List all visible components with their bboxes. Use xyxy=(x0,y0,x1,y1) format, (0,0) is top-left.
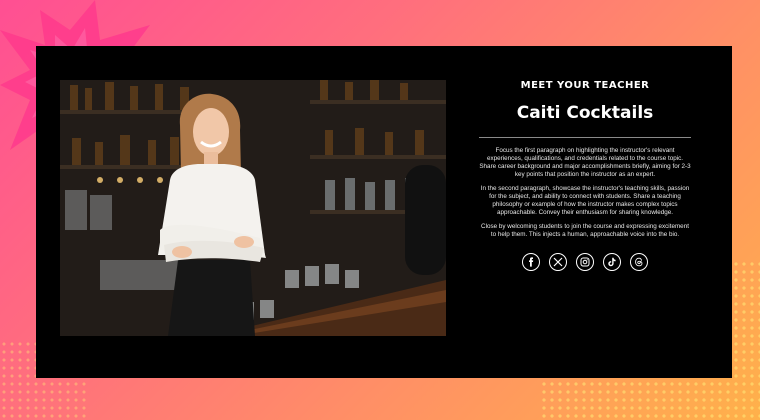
teacher-photo xyxy=(60,80,446,336)
bio-paragraph-3: Close by welcoming students to join the … xyxy=(481,223,689,238)
teacher-info: MEET YOUR TEACHER Caiti Cocktails Focus … xyxy=(479,80,691,271)
x-link[interactable] xyxy=(549,253,567,271)
facebook-link[interactable] xyxy=(522,253,540,271)
threads-link[interactable] xyxy=(630,253,648,271)
bio-paragraph-2: In the second paragraph, showcase the in… xyxy=(480,185,690,216)
threads-icon xyxy=(635,257,643,267)
bartender-image xyxy=(60,80,446,336)
instagram-link[interactable] xyxy=(576,253,594,271)
instagram-icon xyxy=(580,257,590,267)
x-icon xyxy=(553,257,563,267)
tiktok-icon xyxy=(608,257,616,267)
teacher-card: MEET YOUR TEACHER Caiti Cocktails Focus … xyxy=(36,46,732,378)
section-eyebrow: MEET YOUR TEACHER xyxy=(520,80,650,91)
teacher-name: Caiti Cocktails xyxy=(516,103,654,123)
divider xyxy=(479,137,691,138)
social-links xyxy=(479,253,691,271)
facebook-icon xyxy=(529,257,534,267)
tiktok-link[interactable] xyxy=(603,253,621,271)
bio-paragraph-1: Focus the first paragraph on highlightin… xyxy=(479,147,691,178)
